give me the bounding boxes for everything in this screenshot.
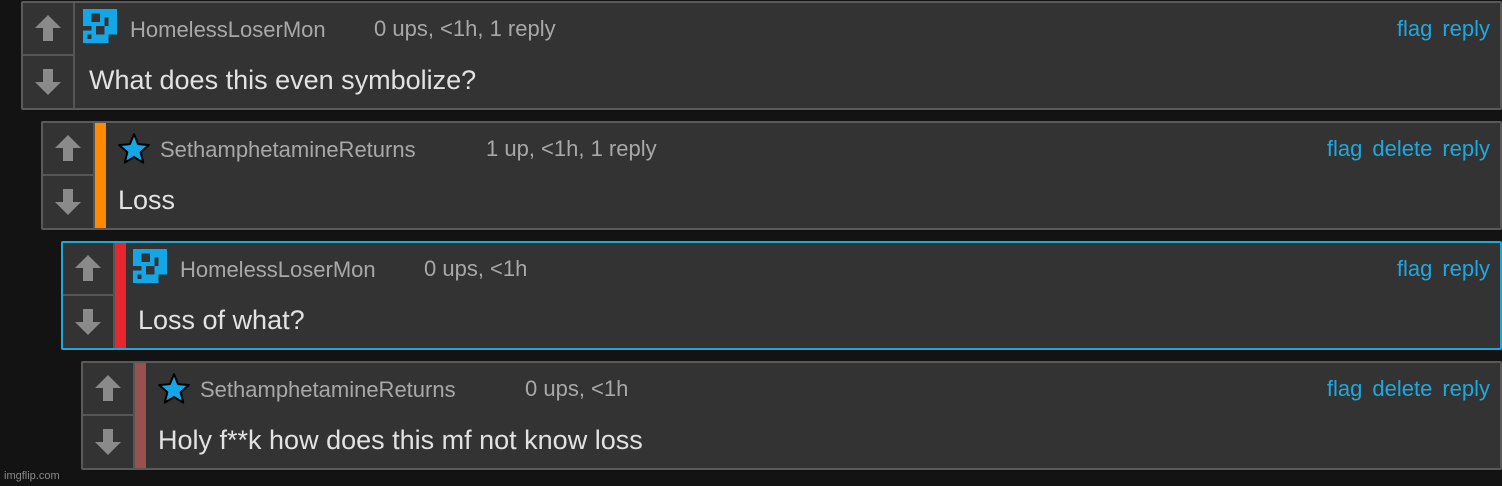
- star-icon[interactable]: [117, 132, 151, 166]
- comment-text: Loss: [118, 185, 176, 215]
- reply-link[interactable]: reply: [1442, 256, 1490, 282]
- comment: SethamphetamineReturns 0 ups, <1h flag d…: [81, 361, 1502, 470]
- comment-meta: 1 up, <1h, 1 reply: [486, 136, 657, 161]
- vote-controls: [63, 243, 115, 348]
- comment-text: Holy f**k how does this mf not know loss: [158, 425, 643, 455]
- comment-meta: 0 ups, <1h: [525, 376, 629, 401]
- delete-link[interactable]: delete: [1372, 136, 1432, 162]
- comment-author[interactable]: HomelessLoserMon: [180, 257, 376, 283]
- arrow-down-icon: [55, 188, 81, 215]
- reply-link[interactable]: reply: [1442, 16, 1490, 42]
- comment-actions: flag delete reply: [1327, 136, 1490, 162]
- comment-meta: 0 ups, <1h: [424, 256, 528, 281]
- downvote-button[interactable]: [23, 56, 73, 109]
- arrow-up-icon: [55, 135, 81, 162]
- watermark: imgflip.com: [4, 470, 60, 482]
- downvote-button[interactable]: [83, 416, 133, 469]
- vote-controls: [23, 3, 75, 108]
- star-icon[interactable]: [157, 372, 191, 406]
- flag-link[interactable]: flag: [1397, 16, 1432, 42]
- upvote-button[interactable]: [23, 3, 73, 56]
- arrow-up-icon: [75, 255, 101, 282]
- upvote-button[interactable]: [83, 363, 133, 416]
- flag-link[interactable]: flag: [1397, 256, 1432, 282]
- comment-text: Loss of what?: [138, 305, 305, 335]
- comment: SethamphetamineReturns 1 up, <1h, 1 repl…: [41, 121, 1502, 230]
- delete-link[interactable]: delete: [1372, 376, 1432, 402]
- flag-link[interactable]: flag: [1327, 376, 1362, 402]
- comment: HomelessLoserMon 0 ups, <1h, 1 reply fla…: [21, 1, 1502, 110]
- comment-author[interactable]: SethamphetamineReturns: [200, 377, 456, 403]
- reply-link[interactable]: reply: [1442, 136, 1490, 162]
- comment-meta: 0 ups, <1h, 1 reply: [374, 16, 556, 41]
- pixel-avatar-icon[interactable]: [133, 249, 167, 283]
- upvote-button[interactable]: [63, 243, 113, 296]
- reply-link[interactable]: reply: [1442, 376, 1490, 402]
- downvote-button[interactable]: [43, 176, 93, 229]
- comment-text: What does this even symbolize?: [89, 65, 477, 95]
- vote-controls: [83, 363, 135, 468]
- thread-stripe: [95, 123, 106, 228]
- arrow-up-icon: [95, 375, 121, 402]
- comment-actions: flag reply: [1397, 256, 1490, 282]
- comment-author[interactable]: HomelessLoserMon: [130, 17, 326, 43]
- arrow-up-icon: [35, 15, 61, 42]
- arrow-down-icon: [35, 68, 61, 95]
- arrow-down-icon: [95, 428, 121, 455]
- pixel-avatar-icon[interactable]: [83, 9, 117, 43]
- comment-actions: flag delete reply: [1327, 376, 1490, 402]
- arrow-down-icon: [75, 308, 101, 335]
- thread-stripe: [135, 363, 146, 468]
- comment-author[interactable]: SethamphetamineReturns: [160, 137, 416, 163]
- downvote-button[interactable]: [63, 296, 113, 349]
- comment: HomelessLoserMon 0 ups, <1h flag reply L…: [61, 241, 1502, 350]
- comment-actions: flag reply: [1397, 16, 1490, 42]
- vote-controls: [43, 123, 95, 228]
- upvote-button[interactable]: [43, 123, 93, 176]
- thread-stripe: [115, 243, 126, 348]
- flag-link[interactable]: flag: [1327, 136, 1362, 162]
